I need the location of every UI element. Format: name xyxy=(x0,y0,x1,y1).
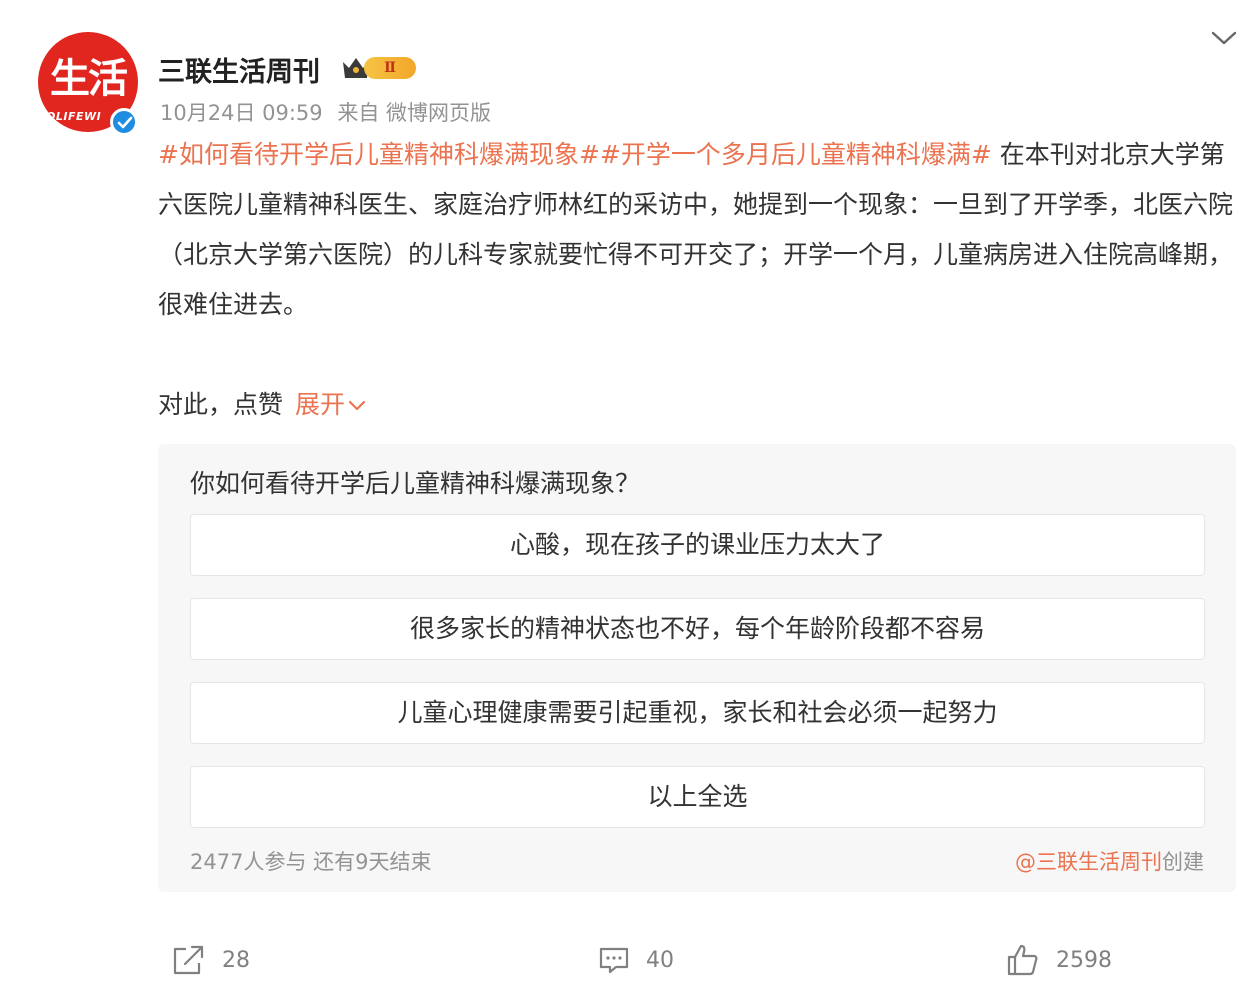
chevron-down-icon xyxy=(348,400,366,411)
poll-stats: 2477人参与 还有9天结束 xyxy=(190,846,432,876)
expand-button[interactable]: 展开 xyxy=(295,390,367,419)
verified-icon xyxy=(110,108,138,136)
repost-count: 28 xyxy=(222,947,250,973)
avatar-logo-text: 生活 xyxy=(50,55,128,102)
vip-level: Ⅱ xyxy=(364,57,416,79)
hashtag-link[interactable]: #开学一个多月后儿童精神科爆满# xyxy=(600,140,992,169)
comment-button[interactable]: 40 xyxy=(598,940,674,980)
hashtag-link[interactable]: #如何看待开学后儿童精神科爆满现象# xyxy=(158,140,600,169)
post-content: #如何看待开学后儿童精神科爆满现象##开学一个多月后儿童精神科爆满# 在本刊对北… xyxy=(158,130,1236,330)
poll-participants: 2477人参与 xyxy=(190,850,307,874)
poll-question: 你如何看待开学后儿童精神科爆满现象？ xyxy=(190,469,641,498)
expand-label: 展开 xyxy=(295,390,346,419)
poll-created-suffix: 创建 xyxy=(1162,850,1204,874)
poll-option[interactable]: 心酸，现在孩子的课业压力太大了 xyxy=(190,514,1205,576)
repost-button[interactable]: 28 xyxy=(172,940,250,980)
author-name[interactable]: 三联生活周刊 xyxy=(158,50,320,89)
like-button[interactable]: 2598 xyxy=(1006,940,1112,980)
poll-option[interactable]: 以上全选 xyxy=(190,766,1205,828)
vip-badge[interactable]: Ⅱ xyxy=(340,54,418,82)
comment-icon xyxy=(599,947,629,974)
chevron-down-icon xyxy=(1211,31,1237,45)
poll-creator-link[interactable]: @三联生活周刊 xyxy=(1015,850,1162,874)
repost-icon xyxy=(173,945,204,975)
poll-remaining: 还有9天结束 xyxy=(313,850,432,874)
post-meta: 10月24日 09:59 来自 微博网页版 xyxy=(160,97,499,127)
poll-card: 你如何看待开学后儿童精神科爆满现象？ 心酸，现在孩子的课业压力太大了 很多家长的… xyxy=(158,444,1236,892)
post-time[interactable]: 10月24日 09:59 xyxy=(160,101,323,125)
poll-option[interactable]: 儿童心理健康需要引起重视，家长和社会必须一起努力 xyxy=(190,682,1205,744)
poll-option[interactable]: 很多家长的精神状态也不好，每个年龄阶段都不容易 xyxy=(190,598,1205,660)
post-source[interactable]: 来自 微博网页版 xyxy=(337,101,491,125)
post-menu-button[interactable] xyxy=(1208,24,1240,52)
post-more-line: 对此，点赞 展开 xyxy=(158,380,367,430)
post-more-text: 对此，点赞 xyxy=(158,390,284,419)
weibo-post: 生活 OLIFEWI 三联生活周刊 Ⅱ 10月24日 09:59 来自 微博网页… xyxy=(0,0,1248,992)
avatar-logo-band: OLIFEWI xyxy=(46,110,102,123)
comment-count: 40 xyxy=(646,947,674,973)
like-icon xyxy=(1007,944,1038,976)
like-count: 2598 xyxy=(1056,947,1112,973)
poll-creator: @三联生活周刊创建 xyxy=(1015,846,1204,876)
